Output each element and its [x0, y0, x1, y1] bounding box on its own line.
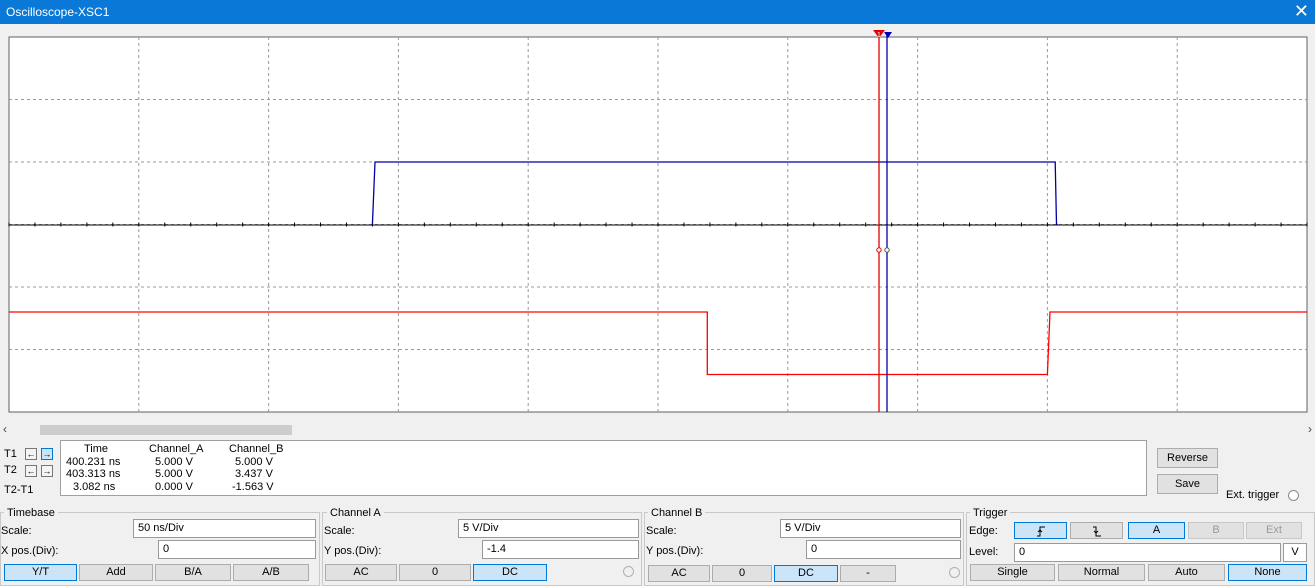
scroll-right-icon[interactable]: › — [1308, 422, 1312, 436]
mode-ab-button[interactable]: A/B — [233, 564, 309, 581]
trigger-level-unit[interactable]: V — [1283, 543, 1307, 562]
mode-ba-button[interactable]: B/A — [155, 564, 231, 581]
trigger-source-ext-button[interactable]: Ext — [1246, 522, 1302, 539]
t1-left-arrow-icon[interactable]: ← — [25, 448, 37, 460]
channel-b-title: Channel B — [648, 507, 706, 519]
rising-edge-button[interactable] — [1014, 522, 1067, 539]
trigger-single-button[interactable]: Single — [970, 564, 1055, 581]
trigger-title: Trigger — [970, 507, 1011, 519]
falling-edge-icon — [1092, 526, 1101, 537]
trigger-level-field[interactable]: 0 — [1014, 543, 1281, 562]
rising-edge-icon — [1036, 526, 1045, 537]
readout-header-time: Time — [84, 443, 109, 455]
cursor-t2-marker — [884, 247, 890, 253]
t2-left-arrow-icon[interactable]: ← — [25, 465, 37, 477]
channel-a-scale-field[interactable]: 5 V/Div — [458, 519, 639, 538]
channel-b-ypos-label: Y pos.(Div): — [646, 545, 704, 557]
t2-t1-time: 3.082 ns — [73, 481, 116, 493]
channel-b-ypos-field[interactable]: 0 — [806, 540, 961, 559]
channel-b-zero-button[interactable]: 0 — [712, 565, 772, 582]
t1-channel-b: 5.000 V — [235, 456, 273, 468]
trigger-none-button[interactable]: None — [1228, 564, 1307, 581]
timebase-scale-field[interactable]: 50 ns/Div — [133, 519, 316, 538]
cursor-t1-label: 1 — [877, 32, 881, 39]
falling-edge-button[interactable] — [1070, 522, 1123, 539]
save-button[interactable]: Save — [1157, 474, 1218, 494]
scroll-left-icon[interactable]: ‹ — [3, 422, 7, 436]
cursor-t1-marker — [876, 247, 882, 253]
ext-trigger-radio[interactable] — [1288, 490, 1299, 501]
t1-label: T1 — [4, 448, 17, 460]
reverse-button[interactable]: Reverse — [1157, 448, 1218, 468]
t2-channel-a: 5.000 V — [155, 468, 193, 480]
trigger-source-a-button[interactable]: A — [1128, 522, 1185, 539]
mode-yt-button[interactable]: Y/T — [4, 564, 77, 581]
x-pos-label: X pos.(Div): — [1, 545, 59, 557]
trigger-level-label: Level: — [969, 546, 999, 558]
close-icon[interactable]: ✕ — [1294, 1, 1309, 21]
channel-b-scale-field[interactable]: 5 V/Div — [780, 519, 961, 538]
timebase-title: Timebase — [4, 507, 58, 519]
t2-t1-channel-a: 0.000 V — [155, 481, 193, 493]
trigger-normal-button[interactable]: Normal — [1058, 564, 1145, 581]
timebase-scale-label: Scale: — [1, 525, 32, 537]
window-title: Oscilloscope-XSC1 — [6, 5, 110, 19]
channel-a-zero-button[interactable]: 0 — [399, 564, 471, 581]
channel-a-ac-button[interactable]: AC — [325, 564, 397, 581]
t2-t1-label: T2-T1 — [4, 484, 34, 496]
t2-label: T2 — [4, 464, 17, 476]
readout-header-channel-b: Channel_B — [229, 443, 284, 455]
t2-right-arrow-icon[interactable]: → — [41, 465, 53, 477]
trigger-auto-button[interactable]: Auto — [1148, 564, 1225, 581]
scope-display[interactable]: 1 — [0, 28, 1315, 420]
scroll-thumb[interactable] — [40, 425, 292, 435]
t2-t1-channel-b: -1.563 V — [232, 481, 274, 493]
mode-add-button[interactable]: Add — [79, 564, 153, 581]
x-pos-field[interactable]: 0 — [158, 540, 316, 559]
channel-a-option-radio[interactable] — [623, 566, 634, 577]
channel-b-scale-label: Scale: — [646, 525, 677, 537]
channel-a-title: Channel A — [327, 507, 384, 519]
title-bar: Oscilloscope-XSC1 ✕ — [0, 0, 1315, 24]
t1-right-arrow-icon[interactable]: → — [41, 448, 53, 460]
channel-a-dc-button[interactable]: DC — [473, 564, 547, 581]
channel-a-ypos-field[interactable]: -1.4 — [482, 540, 639, 559]
readout-header-channel-a: Channel_A — [149, 443, 204, 455]
channel-b-invert-button[interactable]: - — [840, 565, 896, 582]
ext-trigger-label: Ext. trigger — [1226, 489, 1280, 501]
measurement-readout: Time Channel_A Channel_B 400.231 ns 5.00… — [60, 440, 1147, 496]
trigger-edge-label: Edge: — [969, 525, 998, 537]
horizontal-scrollbar[interactable]: ‹ › — [0, 422, 1315, 437]
channel-a-scale-label: Scale: — [324, 525, 355, 537]
channel-b-option-radio[interactable] — [949, 567, 960, 578]
t1-time: 400.231 ns — [66, 456, 121, 468]
t1-channel-a: 5.000 V — [155, 456, 193, 468]
trigger-source-b-button[interactable]: B — [1188, 522, 1244, 539]
channel-b-dc-button[interactable]: DC — [774, 565, 838, 582]
channel-b-ac-button[interactable]: AC — [648, 565, 710, 582]
t2-channel-b: 3.437 V — [235, 468, 273, 480]
t2-time: 403.313 ns — [66, 468, 121, 480]
channel-a-ypos-label: Y pos.(Div): — [324, 545, 382, 557]
